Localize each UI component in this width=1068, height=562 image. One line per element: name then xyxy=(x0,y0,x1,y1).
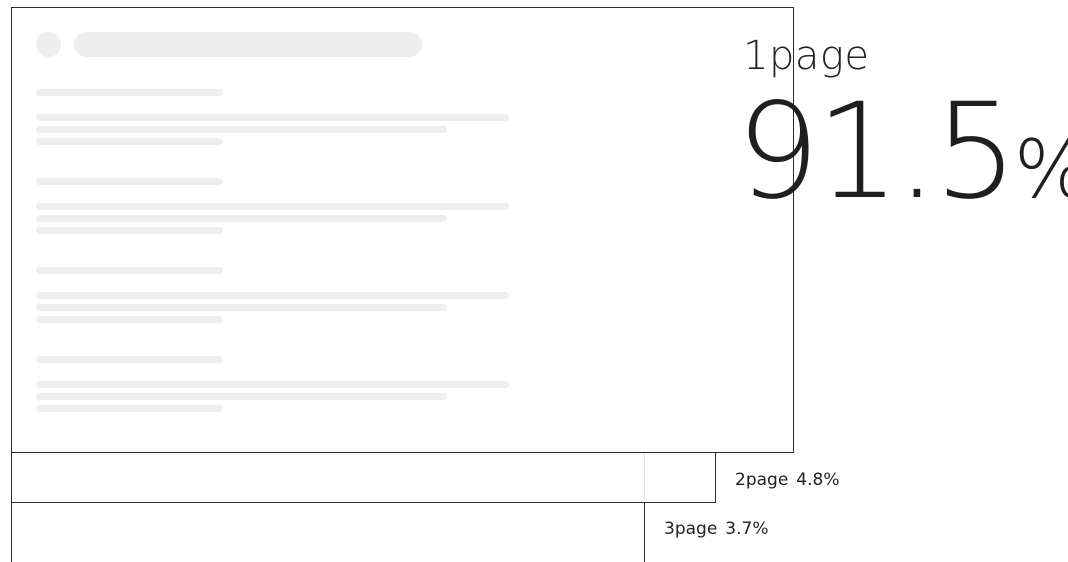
page-1-percentage: 91.5% xyxy=(736,86,1068,218)
page-1-percentage-number: 91.5 xyxy=(736,75,1018,229)
skeleton-line xyxy=(36,89,223,96)
skeleton-line xyxy=(36,316,223,323)
page-3-label: 3page xyxy=(664,519,718,539)
skeleton-line xyxy=(36,178,223,185)
skeleton-line xyxy=(36,227,223,234)
skeleton-line xyxy=(36,203,509,210)
page-3-percentage: 3.7% xyxy=(725,519,769,539)
skeleton-header-bar xyxy=(74,32,422,57)
skeleton-line xyxy=(36,267,223,274)
page-3-caption: 3page 3.7% xyxy=(664,521,768,538)
page-2-frame xyxy=(11,452,716,503)
skeleton-line xyxy=(36,138,223,145)
skeleton-line xyxy=(36,114,509,121)
page-2-percentage: 4.8% xyxy=(796,470,840,490)
skeleton-line xyxy=(36,126,447,133)
page-1-percentage-unit: % xyxy=(1014,123,1068,216)
skeleton-line xyxy=(36,381,509,388)
skeleton-line xyxy=(36,304,447,311)
skeleton-line xyxy=(36,215,447,222)
page-1-frame xyxy=(11,7,794,453)
skeleton-avatar xyxy=(36,32,61,57)
page-1-label: 1page xyxy=(743,33,870,79)
page-2-caption: 2page 4.8% xyxy=(735,472,839,489)
page-3-frame xyxy=(11,502,645,562)
page-2-divider xyxy=(644,453,645,502)
skeleton-line xyxy=(36,356,223,363)
skeleton-line xyxy=(36,292,509,299)
skeleton-line xyxy=(36,405,223,412)
skeleton-line xyxy=(36,393,447,400)
page-2-label: 2page xyxy=(735,470,789,490)
